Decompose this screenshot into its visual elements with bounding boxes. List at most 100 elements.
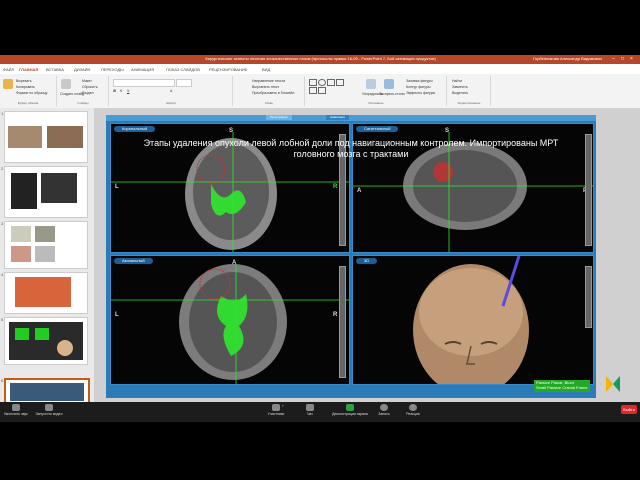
3d-panel-label[interactable]: 3D [356,258,378,264]
editing-group: Найти Заменить Выделить Редактирование [448,76,491,106]
slide-thumbnail[interactable] [4,317,88,365]
new-slide-icon[interactable] [61,79,71,89]
clipboard-group: Вырезать Копировать Формат по образцу Бу… [0,76,57,106]
bold-icon[interactable]: Ж [113,89,116,93]
orientation-label: S [229,128,234,134]
oval-shape-icon[interactable] [318,79,326,86]
section-button[interactable]: Раздел [82,91,94,95]
arrange-icon[interactable] [366,79,376,89]
3d-panel[interactable]: 3D [352,255,594,385]
camera-icon [45,404,53,411]
font-name-select[interactable] [113,79,175,87]
shape-effects-button[interactable]: Эффекты фигуры [406,91,435,95]
start-video-button[interactable]: Запустить видео [32,404,66,416]
rectangle-shape-icon[interactable] [309,79,317,86]
record-button[interactable]: Запись [372,404,396,416]
new-slide-button[interactable]: Создать слайд [60,92,84,96]
paragraph-group-label: Абзац [264,101,274,105]
quick-styles-icon[interactable] [384,79,394,89]
reactions-button[interactable]: Реакции [400,404,426,416]
drawing-group-label: Рисование [368,101,384,105]
minimize-icon[interactable]: – [612,56,615,62]
clipboard-group-label: Буфер обмена [17,101,39,105]
text-direction-button[interactable]: Направление текста [252,79,285,83]
quick-styles-button[interactable]: Экспресс-стили [379,92,405,96]
participants-label: Участники [267,412,285,416]
line-shape-icon[interactable] [336,79,344,86]
rounded-rect-shape-icon[interactable] [327,79,335,86]
chat-button[interactable]: Чат [300,404,320,416]
chat-icon [306,404,314,411]
logo-icon [606,376,620,392]
slice-scrollbar[interactable] [339,266,346,378]
orientation-label: R [333,184,338,190]
tab-view[interactable]: ВИД [262,67,270,72]
replace-button[interactable]: Заменить [452,85,468,89]
leave-button[interactable]: Выйти [621,405,637,414]
axial-panel-label[interactable]: Аксиальный [114,258,153,264]
user-name[interactable]: Горбенникова Александр Вадимович [533,56,602,61]
close-icon[interactable]: × [630,56,633,62]
slide-editor-area: Регистрация Навигация Корональный S L R [94,108,640,402]
orientation-label: L [115,184,119,190]
sagittal-panel-label[interactable]: Сагиттальный [356,126,399,132]
view-scrollbar[interactable] [585,266,592,328]
share-screen-button[interactable]: Демонстрация экрана [330,404,370,416]
find-button[interactable]: Найти [452,79,462,83]
slides-group-label: Слайды [77,101,89,105]
coronal-panel-label[interactable]: Корональный [114,126,156,132]
tab-design[interactable]: ДИЗАЙН [74,67,90,72]
slide-number: 2 [1,166,4,171]
slide-thumbnail[interactable] [4,272,88,314]
meeting-control-bar: Включить звук Запустить видео Участники … [0,402,640,422]
tab-home[interactable]: ГЛАВНАЯ [19,67,38,72]
reset-button[interactable]: Сбросить [82,85,98,89]
cut-button[interactable]: Вырезать [16,79,32,83]
triangle-shape-icon[interactable] [318,87,326,94]
caption-line: Этапы удаления опухоли левой лобной доли… [143,138,559,148]
slide-caption: Этапы удаления опухоли левой лобной доли… [126,138,576,160]
tab-insert[interactable]: ВСТАВКА [46,67,64,72]
reactions-label: Реакции [406,412,420,416]
arrow-shape-icon[interactable] [309,87,317,94]
shape-outline-button[interactable]: Контур фигуры [406,85,430,89]
shape-fill-button[interactable]: Заливка фигуры [406,79,433,83]
slide-thumbnail[interactable] [4,111,88,163]
tab-transitions[interactable]: ПЕРЕХОДЫ [101,67,124,72]
ribbon-tabs: ФАЙЛ ГЛАВНАЯ ВСТАВКА ДИЗАЙН ПЕРЕХОДЫ АНИ… [0,64,640,74]
participants-icon [272,404,280,411]
align-text-button[interactable]: Выровнять текст [252,85,279,89]
smartart-button[interactable]: Преобразовать в SmartArt [252,91,294,95]
slice-scrollbar[interactable] [585,134,592,246]
tab-registration[interactable]: Регистрация [266,115,292,120]
font-size-select[interactable] [176,79,192,87]
slide-thumbnail[interactable] [4,221,88,269]
maximize-icon[interactable]: □ [621,56,624,62]
tab-animation[interactable]: АНИМАЦИЯ [131,67,154,72]
editing-group-label: Редактирование [457,101,481,105]
tab-file[interactable]: ФАЙЛ [3,67,14,72]
tab-review[interactable]: РЕЦЕНЗИРОВАНИЕ [209,67,247,72]
slide-thumbnail[interactable] [4,166,88,218]
slide-canvas[interactable]: Регистрация Навигация Корональный S L R [106,115,596,398]
tab-navigation[interactable]: Навигация [326,115,349,120]
title-bar: Хирургические аспекты лечения злокачеств… [0,55,640,64]
copy-button[interactable]: Копировать [16,85,35,89]
underline-icon[interactable]: Ч [127,89,129,93]
tab-slideshow[interactable]: ПОКАЗ СЛАЙДОВ [166,67,200,72]
select-button[interactable]: Выделить [452,91,468,95]
paste-icon[interactable] [3,79,13,89]
font-color-icon[interactable]: А [170,89,172,93]
slide-number: 6 [1,378,4,383]
axial-panel[interactable]: Аксиальный A L R [110,255,350,385]
italic-icon[interactable]: К [120,89,122,93]
participants-button[interactable]: Участники 7 [262,404,290,416]
slide-number: 5 [1,317,4,322]
mute-button[interactable]: Включить звук [2,404,30,416]
record-label: Запись [378,412,390,416]
orientation-label: S [445,128,450,134]
orientation-label: L [115,312,119,318]
share-screen-label: Демонстрация экрана [332,412,368,416]
layout-button[interactable]: Макет [82,79,92,83]
format-painter-button[interactable]: Формат по образцу [16,91,47,95]
